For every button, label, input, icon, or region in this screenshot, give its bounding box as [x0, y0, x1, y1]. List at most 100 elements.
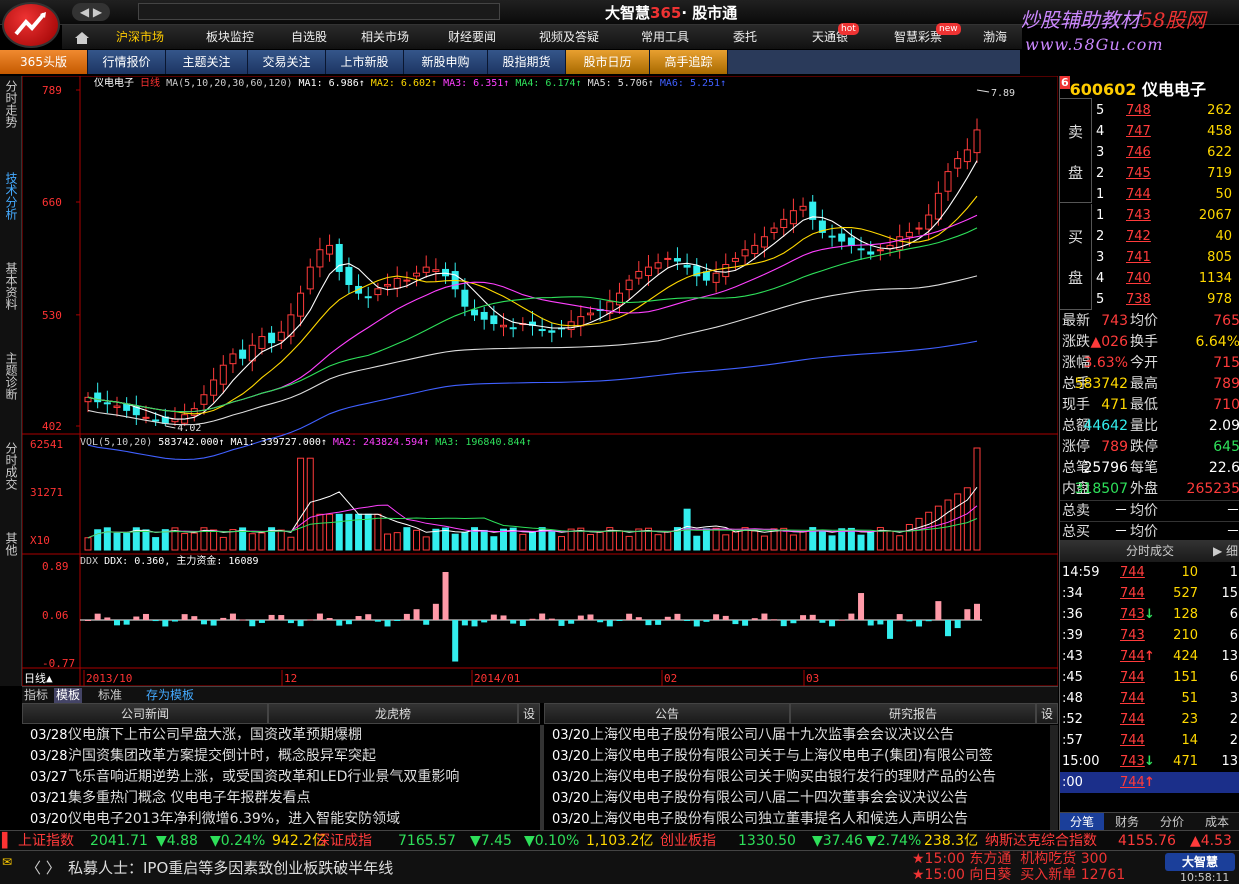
index-ticker-item[interactable]: 上证指数	[18, 831, 74, 850]
subnav-tab[interactable]: 上市新股	[326, 50, 404, 74]
tick-row[interactable]: 14:59 744 10 1	[1060, 562, 1239, 583]
tick-row[interactable]: :34 744 527 15	[1060, 583, 1239, 604]
tick-trades-header[interactable]: 分时成交 ▶ 细	[1060, 540, 1239, 562]
index-ticker-item[interactable]: ▼0.10%	[524, 831, 579, 850]
menu-item[interactable]: 天通银 hot	[800, 23, 860, 49]
quote-tab[interactable]: 财务	[1105, 813, 1149, 831]
ask-row[interactable]: 2 745 719	[1092, 163, 1239, 184]
tick-row[interactable]: 15:00 743 ↓ 471 13	[1060, 751, 1239, 772]
index-ticker-item[interactable]: 纳斯达克综合指数	[985, 831, 1097, 850]
index-ticker-item[interactable]: ▼37.46	[812, 831, 863, 850]
index-ticker-item[interactable]: 深证成指	[316, 831, 372, 850]
tick-row[interactable]: :00 744 ↑	[1060, 772, 1239, 793]
announce-settings-button[interactable]: 设	[1036, 703, 1058, 724]
k-line-chart[interactable]: 仪电电子 日线 MA(5,10,20,30,60,120) MA1: 6.986…	[22, 76, 1058, 686]
index-ticker-item[interactable]: 4155.76	[1118, 831, 1176, 850]
subnav-tab[interactable]: 新股申购	[404, 50, 488, 74]
bid-row[interactable]: 4 740 1134	[1092, 268, 1239, 289]
news-item[interactable]: 03/28仪电旗下上市公司早盘大涨，国资改革预期爆棚	[22, 725, 540, 746]
menu-item[interactable]: 财经要闻	[437, 25, 507, 49]
tab-dragon-tiger[interactable]: 龙虎榜	[268, 703, 518, 724]
ask-row[interactable]: 3 746 622	[1092, 142, 1239, 163]
menu-item[interactable]: 沪深市场	[110, 25, 170, 49]
subnav-tab[interactable]: 主题关注	[166, 50, 248, 74]
index-ticker-item[interactable]: 7165.57	[398, 831, 456, 850]
index-ticker-item[interactable]: ▼0.24%	[210, 831, 265, 850]
message-icon[interactable]: ✉	[2, 855, 12, 869]
tick-row[interactable]: :39 743 210 6	[1060, 625, 1239, 646]
tick-row[interactable]: :45 744 151 6	[1060, 667, 1239, 688]
tick-row[interactable]: :48 744 51 3	[1060, 688, 1239, 709]
index-ticker-item[interactable]: ▼7.45	[470, 831, 512, 850]
news-item[interactable]: 03/20上海仪电电子股份有限公司八届二十四次董事会会议决议公告	[544, 788, 1050, 809]
subnav-tab[interactable]: 行情报价	[88, 50, 166, 74]
left-tab[interactable]: 其他	[2, 532, 20, 556]
bid-row[interactable]: 1 743 2067	[1092, 205, 1239, 226]
index-ticker-item[interactable]: 1330.50	[738, 831, 796, 850]
left-tab[interactable]: 基本资料	[2, 262, 20, 310]
back-forward-buttons[interactable]: ◀ ▶	[72, 3, 110, 21]
menu-item[interactable]: 智慧彩票 new	[878, 23, 961, 49]
alert-list[interactable]: ★15:00 东方通 机构吃货 300 ★15:00 向日葵 买入新单 1276…	[912, 851, 1125, 883]
subnav-tab[interactable]: 365头版	[0, 50, 88, 74]
news-settings-button[interactable]: 设	[518, 703, 540, 724]
news-item[interactable]: 03/20仪电电子2013年净利微增6.39%，进入智能安防领域	[22, 809, 540, 830]
left-tab[interactable]: 分时走势	[2, 80, 20, 128]
subnav-tab[interactable]: 交易关注	[248, 50, 326, 74]
index-ticker-item[interactable]: 1,103.2亿	[586, 831, 653, 850]
bid-row[interactable]: 3 741 805	[1092, 247, 1239, 268]
chart-area[interactable]: 仪电电子 日线 MA(5,10,20,30,60,120) MA1: 6.986…	[22, 76, 1058, 686]
tick-row[interactable]: :52 744 23 2	[1060, 709, 1239, 730]
news-item[interactable]: 03/21集多重热门概念 仪电电子年报群发看点	[22, 788, 540, 809]
news-item[interactable]: 03/20上海仪电电子股份有限公司独立董事提名人和候选人声明公告	[544, 809, 1050, 830]
bid-row[interactable]: 5 738 978	[1092, 289, 1239, 310]
menu-item[interactable]: 自选股	[280, 25, 338, 49]
news-item[interactable]: 03/27飞乐音响近期逆势上涨，或受国资改革和LED行业景气双重影响	[22, 767, 540, 788]
index-ticker-item[interactable]: 2041.71	[90, 831, 148, 850]
ask-row[interactable]: 5 748 262	[1092, 100, 1239, 121]
ask-row[interactable]: 4 747 458	[1092, 121, 1239, 142]
tick-row[interactable]: :57 744 14 2	[1060, 730, 1239, 751]
tab-announcements[interactable]: 公告	[544, 703, 790, 724]
subnav-tab[interactable]: 股市日历	[566, 50, 650, 74]
quote-tab[interactable]: 分笔	[1060, 813, 1104, 831]
tab-save-template[interactable]: 存为模板	[146, 688, 194, 703]
menu-item[interactable]: 视频及答疑	[528, 25, 610, 49]
subnav-tab[interactable]: 股指期货	[488, 50, 566, 74]
menu-item[interactable]: 板块监控	[195, 25, 265, 49]
menu-item[interactable]: 委托	[720, 25, 770, 49]
left-tab[interactable]: 技术分析	[2, 172, 20, 220]
index-ticker-item[interactable]: ▲4.53	[1190, 831, 1232, 850]
ask-row[interactable]: 1 744 50	[1092, 184, 1239, 205]
left-tab[interactable]: 分时成交	[2, 442, 20, 490]
address-box[interactable]	[138, 3, 500, 20]
scrollbar[interactable]	[1050, 725, 1058, 830]
tick-row[interactable]: :36 743 ↓ 128 6	[1060, 604, 1239, 625]
menu-item[interactable]: 相关市场	[350, 25, 420, 49]
tab-company-news[interactable]: 公司新闻	[22, 703, 268, 724]
index-ticker-item[interactable]: 238.3亿	[924, 831, 978, 850]
bid-row[interactable]: 2 742 40	[1092, 226, 1239, 247]
scroll-arrows-icon[interactable]: 〈 〉	[26, 857, 61, 878]
tick-row[interactable]: :43 744 ↑ 424 13	[1060, 646, 1239, 667]
news-item[interactable]: 03/20上海仪电电子股份有限公司关于与上海仪电电子(集团)有限公司签	[544, 746, 1050, 767]
tab-standard[interactable]: 标准	[98, 688, 122, 703]
quote-tab[interactable]: 分价	[1150, 813, 1194, 831]
scrolling-news[interactable]: 私募人士：IPO重启等多因素致创业板跌破半年线	[68, 857, 393, 878]
news-item[interactable]: 03/20上海仪电电子股份有限公司八届十九次监事会会议决议公告	[544, 725, 1050, 746]
menu-item[interactable]: 常用工具	[630, 25, 700, 49]
news-item[interactable]: 03/20上海仪电电子股份有限公司关于购买由银行发行的理财产品的公告	[544, 767, 1050, 788]
tick-volume: 14	[1181, 733, 1198, 748]
quote-tab[interactable]: 成本	[1195, 813, 1239, 831]
left-tab[interactable]: 主题诊断	[2, 352, 20, 400]
tick-detail-button[interactable]: ▶ 细	[1213, 540, 1238, 562]
tab-template[interactable]: 模板	[54, 688, 83, 703]
index-ticker-item[interactable]: ▼4.88	[156, 831, 198, 850]
tab-indicator[interactable]: 指标	[24, 688, 48, 703]
index-ticker-item[interactable]: 创业板指	[660, 831, 716, 850]
tab-research-reports[interactable]: 研究报告	[790, 703, 1036, 724]
news-item[interactable]: 03/28沪国资集团改革方案提交倒计时，概念股异军突起	[22, 746, 540, 767]
index-ticker-item[interactable]: ▼2.74%	[866, 831, 921, 850]
menu-item[interactable]: 渤海	[975, 25, 1015, 49]
subnav-tab[interactable]: 高手追踪	[650, 50, 728, 74]
